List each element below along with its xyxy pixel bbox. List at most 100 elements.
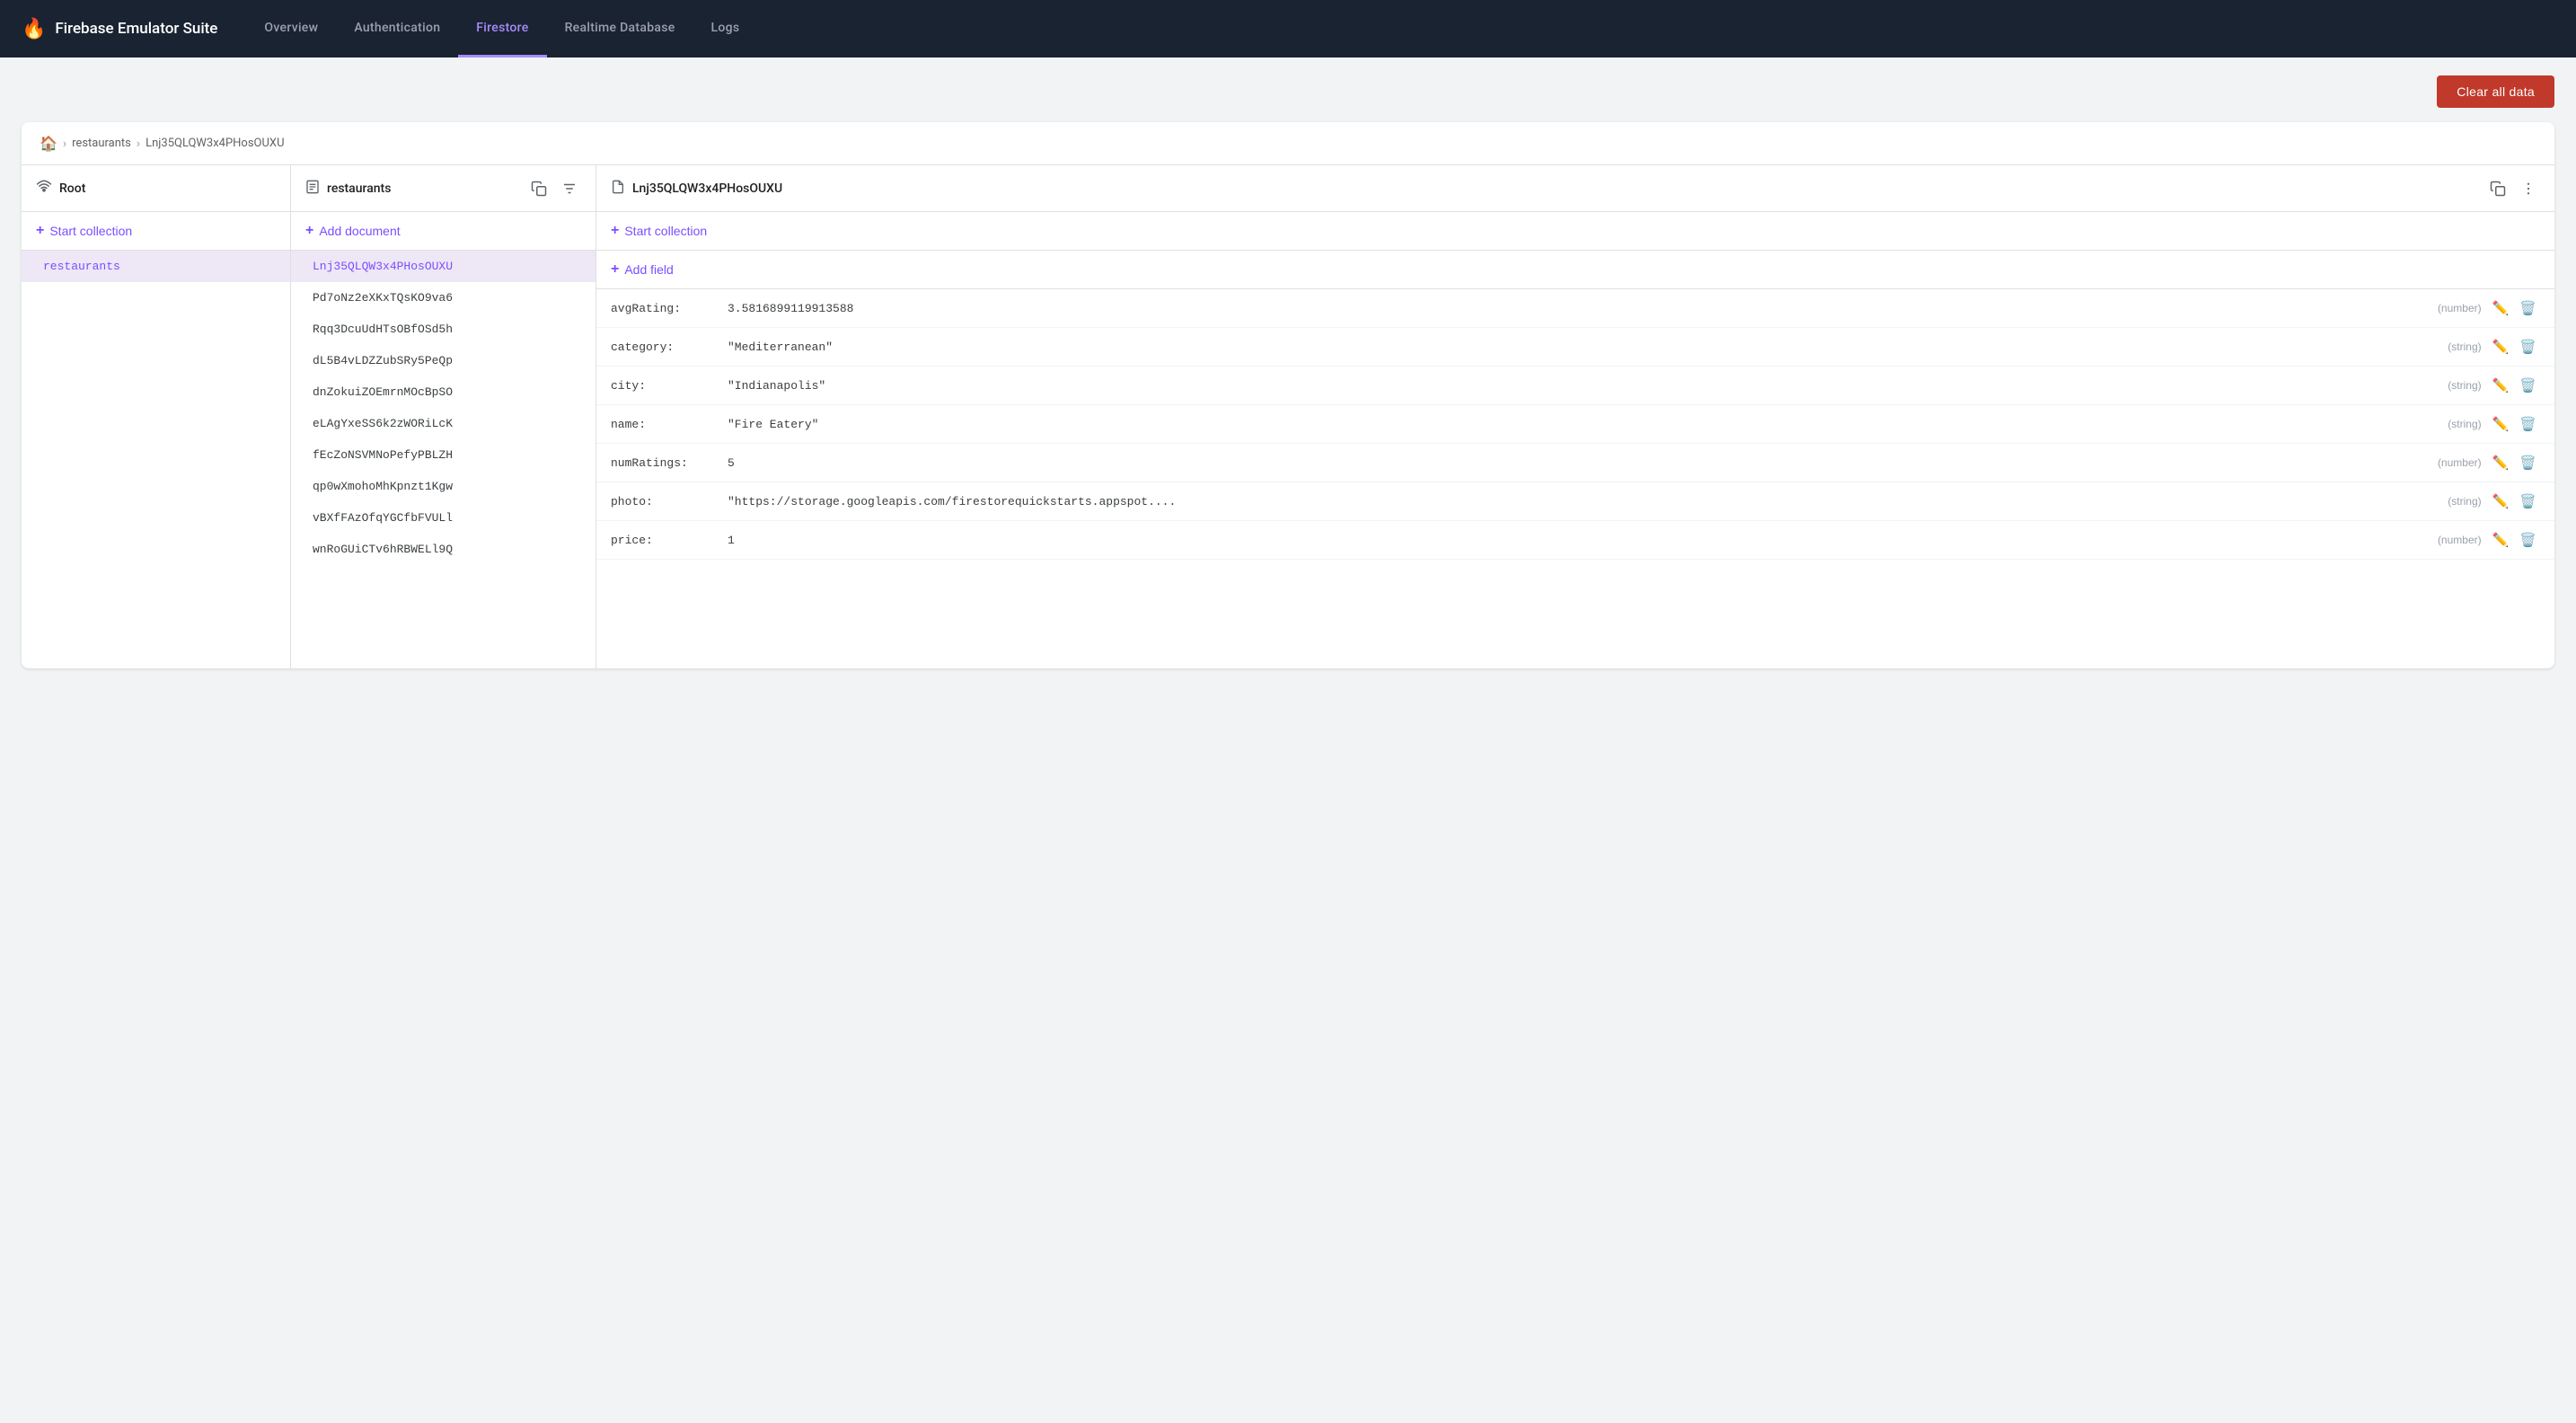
field-key-city: city: bbox=[611, 379, 728, 393]
add-field-label: Add field bbox=[624, 262, 673, 277]
collection-list-item-1[interactable]: Pd7oNz2eXKxTQsKO9va6 bbox=[291, 282, 595, 314]
edit-numratings-button[interactable]: ✏️ bbox=[2489, 453, 2513, 473]
content-area: Clear all data 🏠 › restaurants › Lnj35QL… bbox=[0, 57, 2576, 1423]
field-key-category: category: bbox=[611, 340, 728, 354]
nav-link-logs[interactable]: Logs bbox=[693, 0, 758, 57]
add-document-button[interactable]: + Add document bbox=[291, 212, 595, 251]
start-collection-label-doc: Start collection bbox=[624, 224, 707, 238]
brand-title: Firebase Emulator Suite bbox=[55, 20, 217, 38]
root-column-title: Root bbox=[59, 181, 276, 196]
field-value-numratings: 5 bbox=[728, 456, 2438, 470]
top-action-bar: Clear all data bbox=[22, 75, 2554, 108]
field-row-avrating: avgRating: 3.5816899119913588 (number) ✏… bbox=[596, 289, 2554, 328]
copy-document-button[interactable] bbox=[2486, 177, 2510, 200]
field-row-photo: photo: "https://storage.googleapis.com/f… bbox=[596, 482, 2554, 521]
start-collection-button-doc[interactable]: + Start collection bbox=[596, 212, 2554, 251]
collection-column-header: restaurants bbox=[291, 165, 595, 212]
top-navigation: 🔥 Firebase Emulator Suite Overview Authe… bbox=[0, 0, 2576, 57]
delete-city-button[interactable]: 🗑️ bbox=[2516, 376, 2540, 395]
clear-all-button[interactable]: Clear all data bbox=[2437, 75, 2554, 108]
more-document-button[interactable] bbox=[2517, 177, 2540, 200]
field-row-city: city: "Indianapolis" (string) ✏️ 🗑️ bbox=[596, 367, 2554, 405]
field-row-price: price: 1 (number) ✏️ 🗑️ bbox=[596, 521, 2554, 560]
field-value-category: "Mediterranean" bbox=[728, 340, 2448, 354]
document-file-icon bbox=[611, 179, 625, 199]
collection-doc-icon bbox=[305, 179, 320, 199]
field-value-avgrating: 3.5816899119913588 bbox=[728, 302, 2438, 315]
collection-list-item-3[interactable]: dL5B4vLDZZubSRy5PeQp bbox=[291, 345, 595, 376]
root-wifi-icon bbox=[36, 179, 52, 199]
field-type-price: (number) bbox=[2438, 534, 2482, 546]
collection-list-item-6[interactable]: fEcZoNSVMNoPefyPBLZH bbox=[291, 439, 595, 471]
field-actions-photo: ✏️ 🗑️ bbox=[2489, 491, 2540, 511]
breadcrumb-doc-id[interactable]: Lnj35QLQW3x4PHosOUXU bbox=[146, 137, 284, 150]
start-collection-button-root[interactable]: + Start collection bbox=[22, 212, 290, 251]
field-actions-avgrating: ✏️ 🗑️ bbox=[2489, 298, 2540, 318]
field-type-category: (string) bbox=[2448, 340, 2481, 353]
delete-name-button[interactable]: 🗑️ bbox=[2516, 414, 2540, 434]
collection-list-item-5[interactable]: eLAgYxeSS6k2zWORiLcK bbox=[291, 408, 595, 439]
nav-link-realtime-database[interactable]: Realtime Database bbox=[547, 0, 693, 57]
field-actions-city: ✏️ 🗑️ bbox=[2489, 376, 2540, 395]
flame-icon: 🔥 bbox=[22, 18, 46, 40]
edit-photo-button[interactable]: ✏️ bbox=[2489, 491, 2513, 511]
root-column-header: Root bbox=[22, 165, 290, 212]
field-value-photo: "https://storage.googleapis.com/firestor… bbox=[728, 495, 2448, 508]
edit-category-button[interactable]: ✏️ bbox=[2489, 337, 2513, 357]
delete-price-button[interactable]: 🗑️ bbox=[2516, 530, 2540, 550]
plus-icon-field: + bbox=[611, 261, 619, 278]
field-value-price: 1 bbox=[728, 534, 2438, 547]
document-column-title: Lnj35QLQW3x4PHosOUXU bbox=[632, 181, 2479, 196]
plus-icon-root: + bbox=[36, 223, 44, 239]
edit-city-button[interactable]: ✏️ bbox=[2489, 376, 2513, 395]
copy-collection-button[interactable] bbox=[527, 177, 551, 200]
field-actions-category: ✏️ 🗑️ bbox=[2489, 337, 2540, 357]
collection-list-item-9[interactable]: wnRoGUiCTv6hRBWELl9Q bbox=[291, 534, 595, 565]
delete-photo-button[interactable]: 🗑️ bbox=[2516, 491, 2540, 511]
columns-wrapper: Root + Start collection restaurants bbox=[22, 165, 2554, 668]
collection-list-item-8[interactable]: vBXfFAzOfqYGCfbFVULl bbox=[291, 502, 595, 534]
filter-collection-button[interactable] bbox=[558, 177, 581, 200]
breadcrumb: 🏠 › restaurants › Lnj35QLQW3x4PHosOUXU bbox=[22, 122, 2554, 165]
delete-category-button[interactable]: 🗑️ bbox=[2516, 337, 2540, 357]
field-type-name: (string) bbox=[2448, 418, 2481, 430]
document-column-header: Lnj35QLQW3x4PHosOUXU bbox=[596, 165, 2554, 212]
field-type-photo: (string) bbox=[2448, 495, 2481, 508]
field-type-avgrating: (number) bbox=[2438, 302, 2482, 314]
collection-list-item-2[interactable]: Rqq3DcuUdHTsOBfOSd5h bbox=[291, 314, 595, 345]
field-actions-price: ✏️ 🗑️ bbox=[2489, 530, 2540, 550]
field-row-name: name: "Fire Eatery" (string) ✏️ 🗑️ bbox=[596, 405, 2554, 444]
start-collection-label-root: Start collection bbox=[49, 224, 132, 238]
nav-link-overview[interactable]: Overview bbox=[246, 0, 336, 57]
collection-column: restaurants bbox=[291, 165, 596, 668]
document-column: Lnj35QLQW3x4PHosOUXU bbox=[596, 165, 2554, 668]
firestore-panel: 🏠 › restaurants › Lnj35QLQW3x4PHosOUXU bbox=[22, 122, 2554, 668]
collection-list-item-4[interactable]: dnZokuiZOEmrnMOcBpSO bbox=[291, 376, 595, 408]
collection-list-item-0[interactable]: Lnj35QLQW3x4PHosOUXU bbox=[291, 251, 595, 282]
delete-avgrating-button[interactable]: 🗑️ bbox=[2516, 298, 2540, 318]
field-row-category: category: "Mediterranean" (string) ✏️ 🗑️ bbox=[596, 328, 2554, 367]
delete-numratings-button[interactable]: 🗑️ bbox=[2516, 453, 2540, 473]
field-type-city: (string) bbox=[2448, 379, 2481, 392]
field-row-numratings: numRatings: 5 (number) ✏️ 🗑️ bbox=[596, 444, 2554, 482]
add-field-button[interactable]: + Add field bbox=[596, 251, 2554, 289]
nav-link-authentication[interactable]: Authentication bbox=[336, 0, 458, 57]
nav-link-firestore[interactable]: Firestore bbox=[458, 0, 546, 57]
breadcrumb-restaurants[interactable]: restaurants bbox=[72, 137, 131, 150]
edit-price-button[interactable]: ✏️ bbox=[2489, 530, 2513, 550]
field-actions-name: ✏️ 🗑️ bbox=[2489, 414, 2540, 434]
field-key-photo: photo: bbox=[611, 495, 728, 508]
edit-name-button[interactable]: ✏️ bbox=[2489, 414, 2513, 434]
field-key-numratings: numRatings: bbox=[611, 456, 728, 470]
field-key-avgrating: avgRating: bbox=[611, 302, 728, 315]
brand: 🔥 Firebase Emulator Suite bbox=[22, 18, 217, 40]
collection-list-item-7[interactable]: qp0wXmohoMhKpnzt1Kgw bbox=[291, 471, 595, 502]
root-list-item-restaurants[interactable]: restaurants bbox=[22, 251, 290, 282]
nav-links: Overview Authentication Firestore Realti… bbox=[246, 0, 757, 57]
home-icon[interactable]: 🏠 bbox=[40, 135, 57, 152]
plus-icon-collection: + bbox=[611, 223, 619, 239]
field-key-name: name: bbox=[611, 418, 728, 431]
breadcrumb-sep-1: › bbox=[63, 137, 66, 151]
breadcrumb-sep-2: › bbox=[137, 137, 140, 151]
edit-avgrating-button[interactable]: ✏️ bbox=[2489, 298, 2513, 318]
